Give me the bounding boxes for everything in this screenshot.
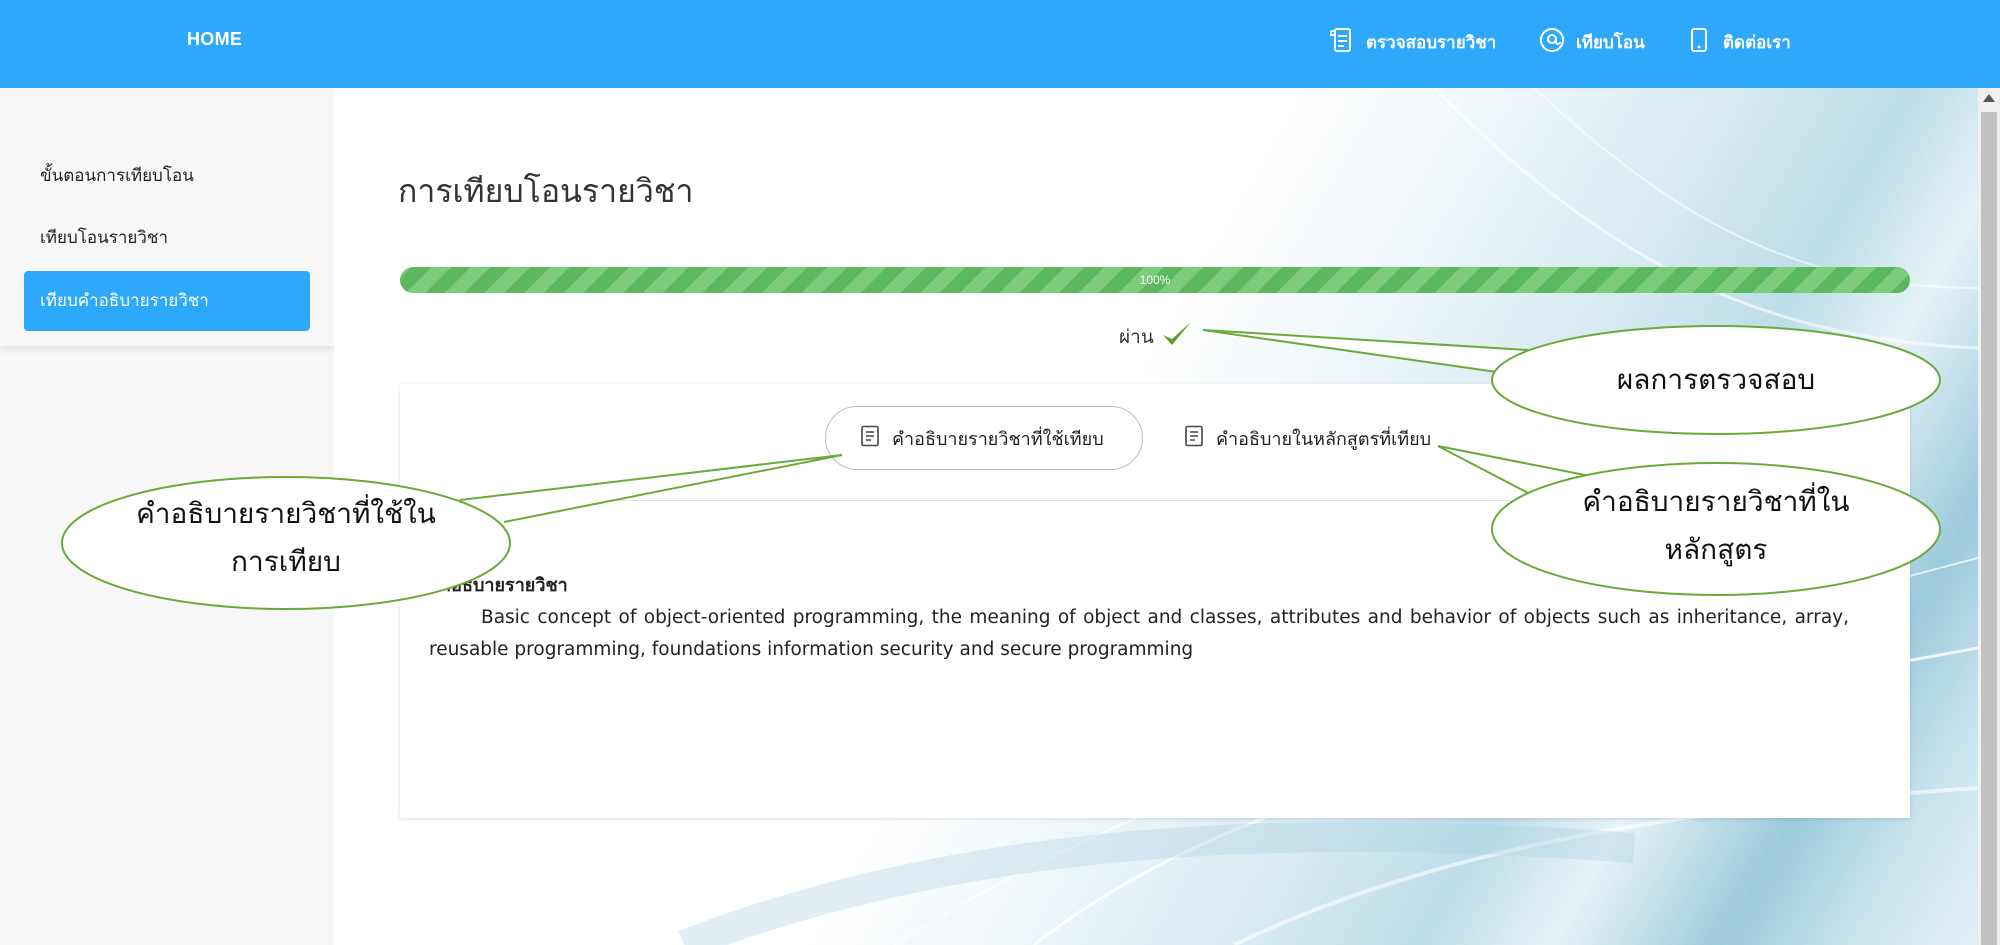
callout-text-curriculum-description: คำอธิบายรายวิชาที่ใน หลักสูตร — [1520, 478, 1912, 574]
annotation-layer — [61, 325, 1941, 610]
callout-line: คำอธิบายรายวิชาที่ใน — [1582, 485, 1850, 518]
callout-line: ผลการตรวจสอบ — [1616, 363, 1816, 396]
callout-text-used-description: คำอธิบายรายวิชาที่ใช้ใน การเทียบ — [90, 490, 482, 586]
callout-line: คำอธิบายรายวิชาที่ใช้ใน — [136, 497, 436, 530]
callout-text-check-result: ผลการตรวจสอบ — [1520, 356, 1912, 404]
callout-line: หลักสูตร — [1664, 533, 1768, 566]
callout-pointer-used-description — [459, 454, 843, 523]
callout-pointer-check-result — [1202, 329, 1529, 373]
callout-line: การเทียบ — [231, 545, 341, 578]
